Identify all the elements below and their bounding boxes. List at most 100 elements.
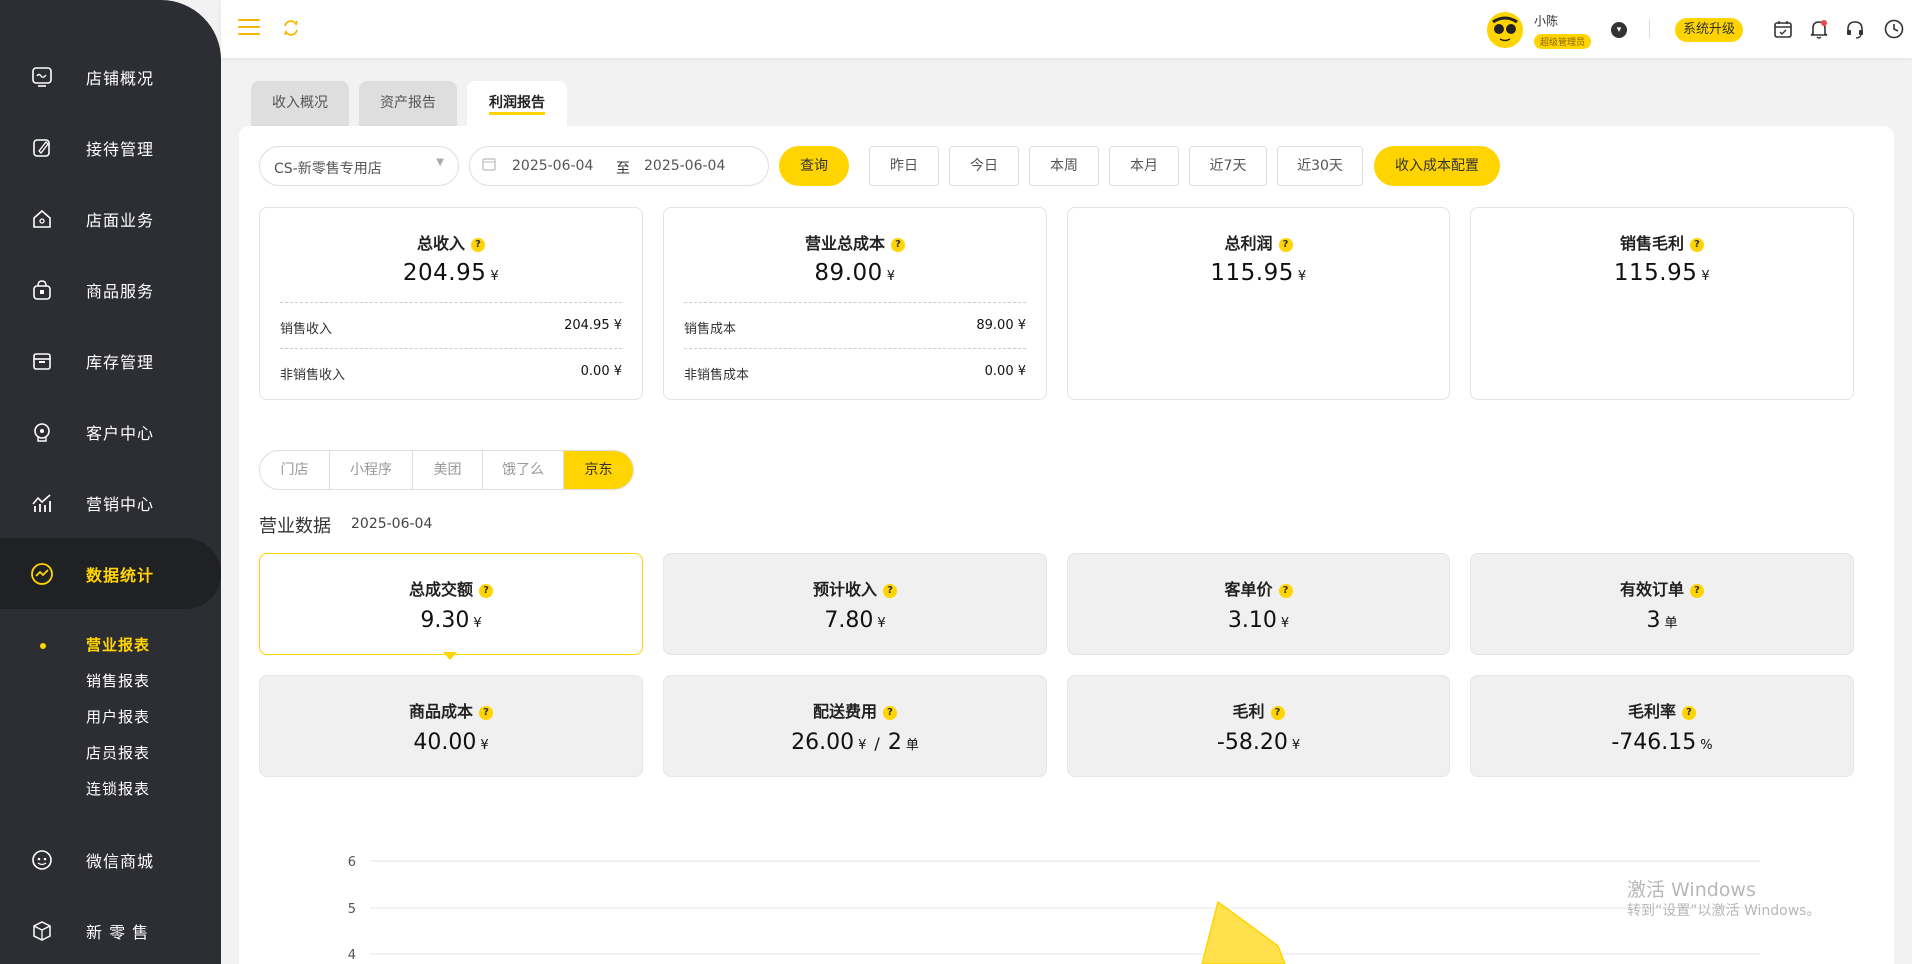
help-icon[interactable]: ? [1278,584,1293,598]
metric-unit: ¥ [473,616,482,631]
windows-activation-subtitle: 转到“设置”以激活 Windows。 [1627,903,1821,919]
metric-title: 毛利 [1232,702,1265,721]
sidebar-item-store-business[interactable]: 店面业务 [0,183,221,254]
metric-unit: ¥ [480,738,489,753]
chevron-down-icon[interactable]: ▾ [1611,22,1627,38]
help-icon[interactable]: ? [471,238,485,252]
metric-card-goods-cost[interactable]: 商品成本? 40.00 ¥ [259,675,643,777]
y-tick-label: 5 [348,902,356,917]
query-button[interactable]: 查询 [779,146,849,186]
quick-30days-button[interactable]: 近30天 [1277,146,1363,186]
windows-activation-title: 激活 Windows [1627,879,1756,901]
channel-store[interactable]: 门店 [260,451,330,489]
quick-this-month-button[interactable]: 本月 [1109,146,1179,186]
refresh-icon[interactable] [281,18,301,38]
metric-unit: 单 [1664,616,1678,631]
sidebar-item-new-retail[interactable]: 新 零 售 [0,895,221,964]
sidebar-item-label: 商品服务 [86,281,155,301]
metric-card-expected-income[interactable]: 预计收入? 7.80 ¥ [663,553,1047,655]
card-value: 115.95 [1210,260,1294,286]
income-cost-config-button[interactable]: 收入成本配置 [1374,146,1500,186]
help-icon[interactable]: ? [883,584,897,598]
metric-card-avg-order[interactable]: 客单价? 3.10 ¥ [1067,553,1450,655]
system-upgrade-button[interactable]: 系统升级 [1675,18,1744,42]
chart-area-series [1201,900,1286,964]
sidebar-item-goods-service[interactable]: 商品服务 [0,254,221,325]
card-unit: ¥ [1297,269,1307,284]
help-icon[interactable]: ? [1690,238,1704,252]
quick-today-button[interactable]: 今日 [949,146,1019,186]
metric-card-valid-orders[interactable]: 有效订单? 3单 [1470,553,1854,655]
chart-svg: 6 5 4 [348,855,1760,964]
card-unit: ¥ [1701,269,1711,284]
calendar-icon[interactable] [1772,18,1794,40]
total-profit-card: 总利润? 115.95 ¥ [1067,207,1450,400]
sidebar-item-label: 数据统计 [86,565,155,585]
metric-title: 有效订单 [1619,580,1684,599]
quick-this-week-button[interactable]: 本周 [1029,146,1099,186]
sidebar-item-inventory[interactable]: 库存管理 [0,325,221,396]
gross-profit-card: 销售毛利? 115.95 ¥ [1470,207,1854,400]
cube-icon [30,919,54,943]
channel-eleme[interactable]: 饿了么 [483,451,564,489]
sidebar-item-store-overview[interactable]: 店铺概况 [0,41,221,112]
metric-extra-value: 2 [887,730,902,755]
tab-income-overview[interactable]: 收入概况 [251,81,349,126]
tab-asset-report[interactable]: 资产报告 [359,81,457,126]
sidebar-item-customer[interactable]: 客户中心 [0,396,221,467]
header-divider [1649,20,1650,38]
sub-item-chain-report[interactable]: 连锁报表 [86,778,150,799]
metric-unit: ¥ [877,616,886,631]
store-select[interactable]: CS-新零售专用店 ▼ [259,146,459,186]
tab-profit-report[interactable]: 利润报告 [467,81,567,126]
metric-card-gross-margin[interactable]: 毛利率? -746.15% [1470,675,1854,777]
chevron-down-icon: ▼ [436,157,444,168]
help-icon[interactable]: ? [1690,584,1704,598]
channel-miniprogram[interactable]: 小程序 [330,451,413,489]
user-role-badge: 超级管理员 [1534,34,1592,49]
help-icon[interactable]: ? [891,238,905,252]
business-chart: 6 5 4 [340,850,1770,964]
sidebar-item-label: 店铺概况 [86,68,155,88]
metric-title: 预计收入 [812,580,877,599]
help-icon[interactable]: ? [1278,238,1293,252]
help-icon[interactable]: ? [479,706,493,720]
channel-jd[interactable]: 京东 [564,451,633,489]
metric-card-gross-profit[interactable]: 毛利? -58.20 ¥ [1067,675,1450,777]
headset-support-icon[interactable] [1844,18,1866,40]
metric-card-delivery-fee[interactable]: 配送费用? 26.00 ¥ / 2 单 [663,675,1047,777]
sidebar-item-marketing[interactable]: 营销中心 [0,467,221,538]
quick-yesterday-button[interactable]: 昨日 [869,146,939,186]
menu-toggle-icon[interactable] [238,19,260,37]
sub-item-staff-report[interactable]: 店员报表 [86,742,150,763]
help-icon[interactable]: ? [883,706,897,720]
sidebar-item-reception[interactable]: 接待管理 [0,112,221,183]
sidebar-item-label: 接待管理 [86,139,155,159]
row-label: 非销售收入 [280,368,346,383]
metric-value: 3 [1646,608,1661,633]
divider [280,348,622,349]
bag-icon [30,278,54,302]
metric-card-total-gmv[interactable]: 总成交额? 9.30 ¥ [259,553,643,655]
bell-icon[interactable] [1808,18,1830,40]
sub-item-sales-report[interactable]: 销售报表 [86,670,150,691]
sidebar-item-wechat-mall[interactable]: 微信商城 [0,824,221,895]
metric-extra-unit: 单 [905,738,919,753]
sidebar-item-data-stats[interactable]: 数据统计 [0,538,221,609]
date-range-picker[interactable]: 2025-06-04 至 2025-06-04 [469,146,769,186]
channel-meituan[interactable]: 美团 [413,451,483,489]
store-select-value: CS-新零售专用店 [274,161,382,177]
quick-7days-button[interactable]: 近7天 [1189,146,1267,186]
metric-title: 配送费用 [812,702,877,721]
help-icon[interactable]: ? [479,584,493,598]
metric-title: 客单价 [1224,580,1273,599]
help-icon[interactable]: ? [1270,706,1285,720]
help-icon[interactable]: ? [1682,706,1696,720]
avatar[interactable] [1487,12,1523,48]
clock-icon[interactable] [1883,18,1905,40]
sidebar-item-label: 营销中心 [86,494,155,514]
sub-item-user-report[interactable]: 用户报表 [86,706,150,727]
sub-item-business-report[interactable]: 营业报表 [86,634,150,655]
card-value: 204.95 [402,260,487,286]
metric-title: 商品成本 [408,702,473,721]
